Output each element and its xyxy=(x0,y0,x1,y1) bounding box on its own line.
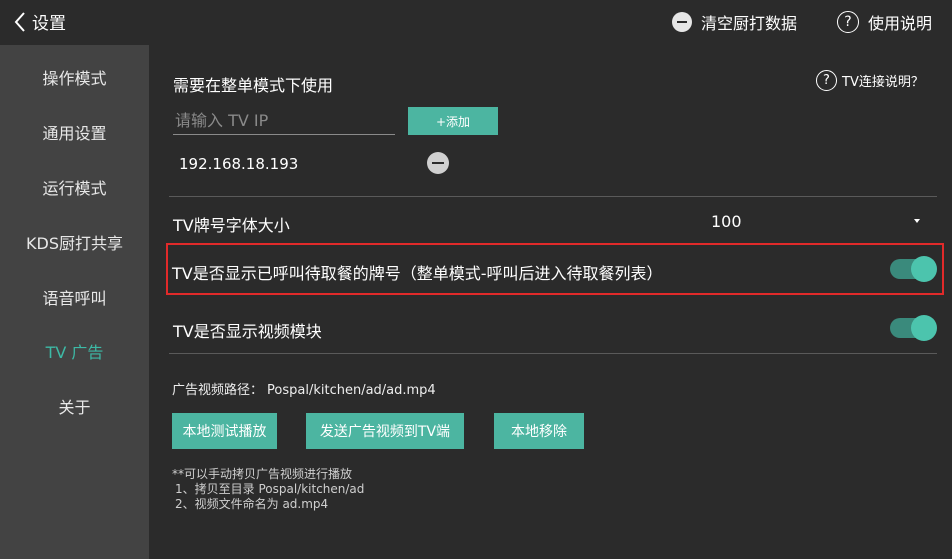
add-ip-button[interactable]: +添加 xyxy=(408,107,498,135)
divider xyxy=(169,196,937,197)
back-label: 设置 xyxy=(32,14,66,34)
show-video-label: TV是否显示视频模块 xyxy=(173,322,322,341)
video-path: 广告视频路径： Pospal/kitchen/ad/ad.mp4 xyxy=(172,379,436,398)
minus-circle-icon xyxy=(672,12,692,32)
main-content: 需要在整单模式下使用 ? TV连接说明？ +添加 192.168.18.193 … xyxy=(149,45,952,559)
show-waiting-toggle[interactable] xyxy=(890,256,937,282)
sidebar-item-operation-mode[interactable]: 操作模式 xyxy=(0,57,149,97)
local-remove-button[interactable]: 本地移除 xyxy=(494,413,584,449)
sidebar-item-run-mode[interactable]: 运行模式 xyxy=(0,167,149,207)
dropdown-caret-icon[interactable] xyxy=(914,219,920,223)
question-circle-icon: ? xyxy=(837,11,859,33)
help-button[interactable]: ? 使用说明 xyxy=(837,10,932,34)
sidebar: 操作模式 通用设置 运行模式 KDS厨打共享 语音呼叫 TV 广告 关于 xyxy=(0,45,149,559)
sidebar-item-tv-ad[interactable]: TV 广告 xyxy=(0,331,149,371)
video-path-label: 广告视频路径： xyxy=(172,383,264,398)
tv-help-label: TV连接说明？ xyxy=(842,75,924,90)
sidebar-item-about[interactable]: 关于 xyxy=(0,386,149,426)
mode-note: 需要在整单模式下使用 xyxy=(173,76,334,95)
note-line: 2、视频文件命名为 ad.mp4 xyxy=(175,497,329,511)
note-line: 1、拷贝至目录 Pospal/kitchen/ad xyxy=(175,482,365,496)
toggle-knob xyxy=(911,315,937,341)
toggle-knob xyxy=(911,256,937,282)
show-waiting-label: TV是否显示已呼叫待取餐的牌号（整单模式-呼叫后进入待取餐列表） xyxy=(172,264,663,283)
remove-ip-button[interactable] xyxy=(427,152,449,174)
sidebar-item-kds-share[interactable]: KDS厨打共享 xyxy=(0,222,149,262)
font-size-value[interactable]: 100 xyxy=(711,212,742,231)
sidebar-item-voice-call[interactable]: 语音呼叫 xyxy=(0,277,149,317)
tv-ip-input[interactable] xyxy=(173,107,395,135)
video-path-value: Pospal/kitchen/ad/ad.mp4 xyxy=(267,383,436,398)
tv-help-link[interactable]: ? TV连接说明？ xyxy=(816,70,924,91)
chevron-left-icon xyxy=(14,11,25,32)
back-button[interactable]: 设置 xyxy=(14,9,66,34)
sidebar-item-general-settings[interactable]: 通用设置 xyxy=(0,112,149,152)
divider xyxy=(169,353,937,354)
clear-data-label: 清空厨打数据 xyxy=(701,14,798,33)
show-video-toggle[interactable] xyxy=(890,315,937,341)
font-size-label: TV牌号字体大小 xyxy=(173,216,290,235)
note-line: **可以手动拷贝广告视频进行播放 xyxy=(172,467,353,481)
local-test-play-button[interactable]: 本地测试播放 xyxy=(172,413,277,449)
question-circle-icon: ? xyxy=(816,70,837,91)
help-label: 使用说明 xyxy=(868,14,933,33)
top-bar: 设置 清空厨打数据 ? 使用说明 xyxy=(0,0,952,45)
notes: **可以手动拷贝广告视频进行播放 1、拷贝至目录 Pospal/kitchen/… xyxy=(172,467,364,512)
ip-item: 192.168.18.193 xyxy=(179,155,299,173)
send-video-to-tv-button[interactable]: 发送广告视频到TV端 xyxy=(306,413,464,449)
clear-data-button[interactable]: 清空厨打数据 xyxy=(672,10,797,34)
